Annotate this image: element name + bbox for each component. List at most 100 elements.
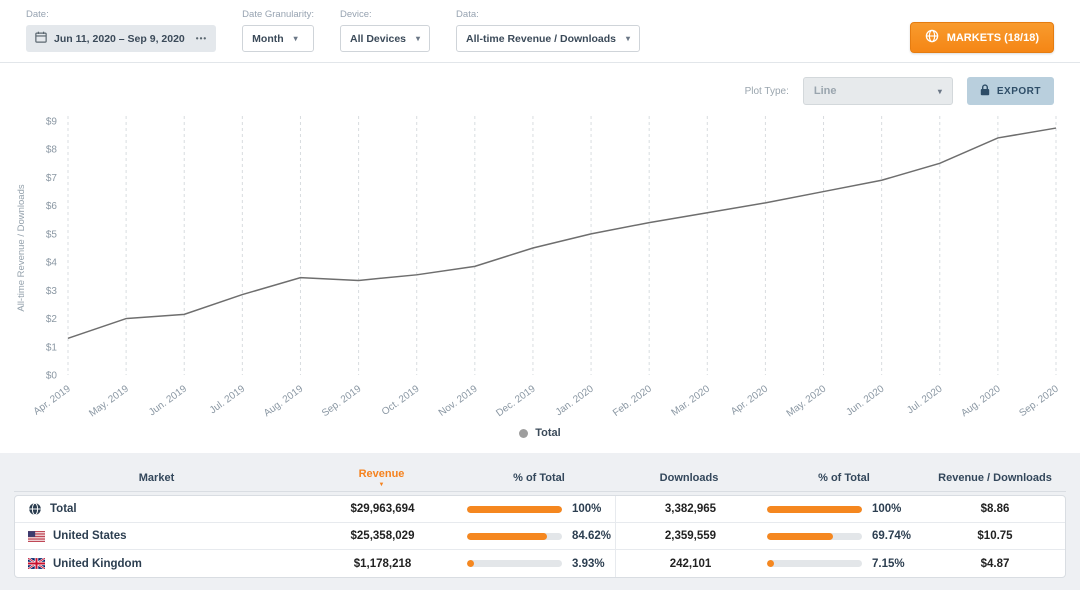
svg-text:Jul. 2019: Jul. 2019 bbox=[208, 383, 248, 416]
downloads-pct-bar bbox=[767, 560, 862, 567]
column-header-label: % of Total bbox=[818, 473, 870, 484]
column-header-label: Revenue bbox=[359, 469, 405, 480]
svg-text:$0: $0 bbox=[46, 371, 58, 382]
column-header-revenue[interactable]: Revenue▼ bbox=[299, 469, 464, 488]
chevron-down-icon: ▾ bbox=[416, 34, 420, 43]
device-select[interactable]: All Devices ▾ bbox=[340, 25, 430, 52]
downloads-pct-cell: 7.15% bbox=[765, 558, 925, 570]
device-filter-label: Device: bbox=[340, 9, 430, 20]
svg-text:May. 2020: May. 2020 bbox=[785, 383, 829, 419]
export-button-label: EXPORT bbox=[997, 86, 1041, 97]
downloads-pct-cell: 69.74% bbox=[765, 530, 925, 542]
svg-text:$9: $9 bbox=[46, 117, 58, 128]
table-row[interactable]: Total $29,963,694 100% 3,382,965 100% $8.86 bbox=[15, 496, 1065, 523]
downloads-cell: 3,382,965 bbox=[615, 496, 765, 522]
svg-text:Aug. 2019: Aug. 2019 bbox=[262, 383, 306, 419]
date-range-picker[interactable]: Jun 11, 2020 – Sep 9, 2020 ••• bbox=[26, 25, 216, 52]
globe-icon bbox=[28, 502, 42, 516]
column-header-label: Revenue / Downloads bbox=[938, 473, 1052, 484]
svg-text:Dec. 2019: Dec. 2019 bbox=[494, 383, 538, 419]
revenue-per-download-cell: $8.86 bbox=[925, 503, 1065, 515]
uk-flag-icon bbox=[28, 558, 45, 569]
revenue-pct-label: 3.93% bbox=[572, 558, 605, 570]
svg-text:$2: $2 bbox=[46, 314, 58, 325]
svg-text:$3: $3 bbox=[46, 286, 58, 297]
market-name: Total bbox=[50, 503, 77, 515]
svg-text:Jul. 2020: Jul. 2020 bbox=[905, 383, 945, 416]
export-button[interactable]: EXPORT bbox=[967, 77, 1054, 105]
date-more-icon[interactable]: ••• bbox=[196, 34, 207, 43]
line-chart[interactable]: $0$1$2$3$4$5$6$7$8$9Apr. 2019May. 2019Ju… bbox=[10, 109, 1070, 425]
market-cell: Total bbox=[15, 502, 300, 516]
data-filter-group: Data: All-time Revenue / Downloads ▾ bbox=[456, 9, 640, 52]
column-header--of-total[interactable]: % of Total bbox=[764, 473, 924, 484]
markets-table: MarketRevenue▼% of TotalDownloads% of To… bbox=[14, 466, 1066, 578]
downloads-cell: 242,101 bbox=[615, 550, 765, 577]
market-cell: United States bbox=[15, 530, 300, 542]
svg-text:Apr. 2019: Apr. 2019 bbox=[32, 383, 73, 417]
revenue-cell: $1,178,218 bbox=[300, 558, 465, 570]
svg-text:Sep. 2020: Sep. 2020 bbox=[1017, 383, 1061, 419]
data-value: All-time Revenue / Downloads bbox=[466, 33, 616, 45]
markets-button-label: MARKETS (18/18) bbox=[947, 32, 1039, 44]
plot-type-select[interactable]: Line ▾ bbox=[803, 77, 953, 105]
column-header-downloads[interactable]: Downloads bbox=[614, 473, 764, 484]
svg-text:Aug. 2020: Aug. 2020 bbox=[959, 383, 1003, 419]
date-range-value: Jun 11, 2020 – Sep 9, 2020 bbox=[54, 33, 185, 45]
revenue-pct-cell: 3.93% bbox=[465, 558, 615, 570]
downloads-pct-label: 69.74% bbox=[872, 530, 911, 542]
table-body: Total $29,963,694 100% 3,382,965 100% $8.86 Un… bbox=[14, 495, 1066, 578]
chevron-down-icon: ▾ bbox=[294, 34, 298, 43]
filter-bar: Date: Jun 11, 2020 – Sep 9, 2020 ••• Dat… bbox=[0, 0, 1080, 63]
data-select[interactable]: All-time Revenue / Downloads ▾ bbox=[456, 25, 640, 52]
svg-text:Apr. 2020: Apr. 2020 bbox=[729, 383, 770, 417]
column-header--of-total[interactable]: % of Total bbox=[464, 473, 614, 484]
market-name: United Kingdom bbox=[53, 558, 142, 570]
downloads-pct-label: 7.15% bbox=[872, 558, 905, 570]
market-cell: United Kingdom bbox=[15, 558, 300, 570]
svg-text:Nov. 2019: Nov. 2019 bbox=[437, 383, 480, 419]
svg-text:Mar. 2020: Mar. 2020 bbox=[670, 383, 713, 418]
granularity-value: Month bbox=[252, 33, 284, 45]
chart-legend[interactable]: Total bbox=[0, 425, 1080, 449]
column-header-market[interactable]: Market bbox=[14, 473, 299, 484]
svg-text:Sep. 2019: Sep. 2019 bbox=[320, 383, 364, 419]
chevron-down-icon: ▾ bbox=[938, 87, 942, 96]
data-filter-label: Data: bbox=[456, 9, 640, 20]
date-filter-group: Date: Jun 11, 2020 – Sep 9, 2020 ••• bbox=[26, 9, 216, 52]
svg-text:May. 2019: May. 2019 bbox=[87, 383, 131, 419]
table-row[interactable]: United Kingdom $1,178,218 3.93% 242,101 7.15… bbox=[15, 550, 1065, 577]
chart-panel: Plot Type: Line ▾ EXPORT $0$1$2$3$4$5$6$… bbox=[0, 63, 1080, 453]
plot-type-value: Line bbox=[814, 85, 837, 97]
date-filter-label: Date: bbox=[26, 9, 216, 20]
device-value: All Devices bbox=[350, 33, 406, 45]
downloads-pct-label: 100% bbox=[872, 503, 901, 515]
column-header-label: Market bbox=[139, 473, 174, 484]
granularity-select[interactable]: Month ▾ bbox=[242, 25, 314, 52]
revenue-pct-bar bbox=[467, 533, 562, 540]
svg-text:All-time Revenue / Downloads: All-time Revenue / Downloads bbox=[16, 184, 27, 312]
svg-text:$8: $8 bbox=[46, 145, 58, 156]
revenue-cell: $25,358,029 bbox=[300, 530, 465, 542]
svg-text:Jun. 2019: Jun. 2019 bbox=[147, 383, 189, 418]
calendar-icon bbox=[35, 31, 47, 46]
device-filter-group: Device: All Devices ▾ bbox=[340, 9, 430, 52]
column-header-label: Downloads bbox=[660, 473, 719, 484]
revenue-pct-label: 100% bbox=[572, 503, 601, 515]
us-flag-icon bbox=[28, 531, 45, 542]
markets-button[interactable]: MARKETS (18/18) bbox=[910, 22, 1054, 53]
table-row[interactable]: United States$25,358,02984.62%2,359,5596… bbox=[15, 523, 1065, 550]
svg-text:$1: $1 bbox=[46, 342, 58, 353]
legend-label: Total bbox=[535, 427, 560, 439]
globe-icon bbox=[925, 29, 939, 46]
revenue-cell: $29,963,694 bbox=[300, 503, 465, 515]
svg-text:Feb. 2020: Feb. 2020 bbox=[611, 383, 654, 419]
lock-icon bbox=[980, 84, 990, 99]
svg-text:$6: $6 bbox=[46, 201, 58, 212]
downloads-cell: 2,359,559 bbox=[615, 523, 765, 549]
downloads-pct-bar bbox=[767, 533, 862, 540]
svg-text:$7: $7 bbox=[46, 173, 58, 184]
market-name: United States bbox=[53, 530, 127, 542]
downloads-pct-bar bbox=[767, 506, 862, 513]
column-header-revenue-downloads[interactable]: Revenue / Downloads bbox=[924, 473, 1066, 484]
